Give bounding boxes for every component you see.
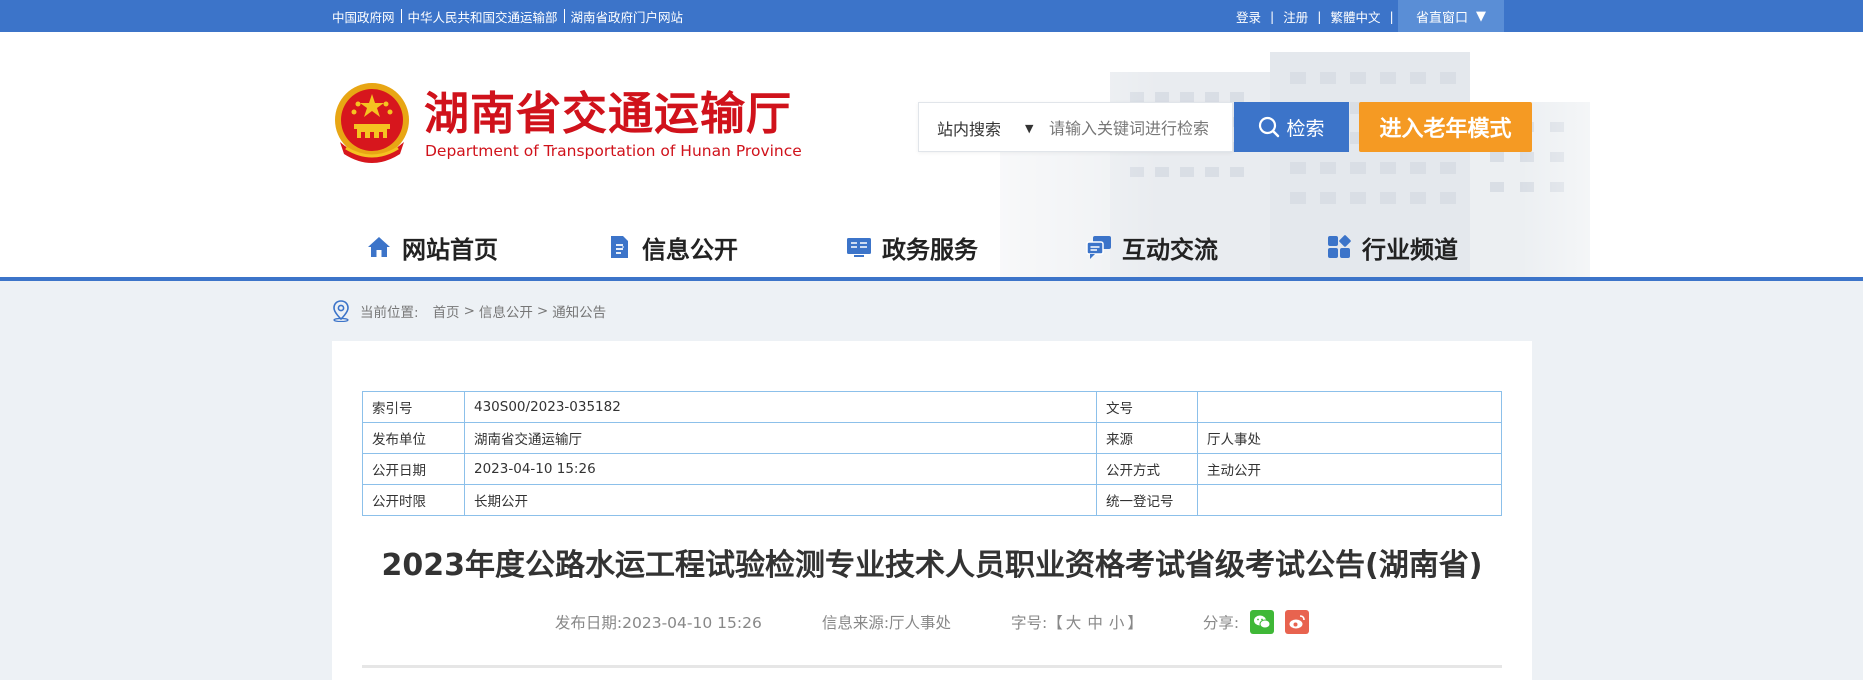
font-size-control: 字号: 【 大 中 小 】	[1011, 611, 1143, 633]
meta-value: 主动公开	[1197, 453, 1502, 485]
breadcrumb-separator: >	[536, 303, 549, 319]
nav-item-label: 政务服务	[882, 235, 978, 264]
table-row: 发布单位 湖南省交通运输厅 来源 厅人事处	[362, 422, 1502, 454]
nav-item-industry-channel[interactable]: 行业频道	[1326, 222, 1458, 272]
table-row: 公开时限 长期公开 统一登记号	[362, 484, 1502, 516]
breadcrumb-info-disclosure[interactable]: 信息公开	[479, 301, 533, 321]
breadcrumb-separator: >	[463, 303, 475, 319]
screen-icon	[847, 238, 871, 257]
meta-key: 来源	[1096, 422, 1198, 454]
wechat-share-icon[interactable]	[1250, 610, 1275, 634]
font-size-label: 字号:	[1011, 614, 1048, 632]
breadcrumb-notices[interactable]: 通知公告	[552, 301, 606, 321]
bracket-open: 【	[1047, 614, 1063, 632]
share-control: 分享:	[1202, 610, 1310, 634]
breadcrumb-label: 当前位置:	[360, 305, 419, 321]
login-link[interactable]: 登录	[1236, 7, 1261, 26]
nav-item-label: 互动交流	[1122, 235, 1218, 264]
table-row: 索引号 430S00/2023-035182 文号	[362, 391, 1502, 423]
document-icon	[611, 236, 628, 258]
article-panel: 索引号 430S00/2023-035182 文号 发布单位 湖南省交通运输厅 …	[332, 341, 1532, 680]
meta-key: 公开日期	[362, 453, 465, 485]
content-divider	[362, 665, 1502, 668]
chevron-down-icon: ▼	[1476, 8, 1486, 24]
search-scope-select[interactable]: 站内搜索 ▼	[937, 103, 1033, 153]
meta-value	[1197, 391, 1502, 423]
meta-value: 湖南省交通运输厅	[464, 422, 1097, 454]
nav-item-info-disclosure[interactable]: 信息公开	[606, 222, 738, 272]
divider: |	[1270, 8, 1275, 24]
divider: |	[1317, 8, 1322, 24]
grid-apps-icon	[1328, 235, 1351, 258]
user-links: 登录 | 注册 | 繁體中文 |	[1236, 0, 1403, 32]
meta-value: 厅人事处	[1197, 422, 1502, 454]
search-scope-label: 站内搜索	[937, 120, 1002, 139]
table-row: 公开日期 2023-04-10 15:26 公开方式 主动公开	[362, 453, 1502, 485]
link-hunan-gov[interactable]: 湖南省政府门户网站	[571, 7, 684, 26]
site-title: 湖南省交通运输厅	[424, 87, 793, 140]
site-subtitle: Department of Transportation of Hunan Pr…	[425, 142, 802, 160]
home-icon	[368, 237, 390, 257]
location-pin-icon	[333, 300, 349, 322]
link-gov-cn[interactable]: 中国政府网	[332, 7, 395, 26]
search-box: 站内搜索 ▼	[918, 102, 1233, 152]
nav-item-government-services[interactable]: 政务服务	[846, 222, 978, 272]
chat-icon	[1086, 236, 1111, 259]
nav-item-label: 网站首页	[402, 235, 498, 264]
link-mot[interactable]: 中华人民共和国交通运输部	[408, 7, 558, 26]
divider: |	[1389, 8, 1394, 24]
divider	[400, 9, 402, 23]
traditional-chinese-link[interactable]: 繁體中文	[1330, 7, 1380, 26]
register-link[interactable]: 注册	[1283, 7, 1308, 26]
font-size-medium-button[interactable]: 中	[1087, 611, 1103, 633]
divider	[563, 9, 565, 23]
meta-key: 公开方式	[1096, 453, 1198, 485]
search-button[interactable]: 检索	[1234, 102, 1349, 152]
meta-key: 发布单位	[362, 422, 465, 454]
document-metadata-table: 索引号 430S00/2023-035182 文号 发布单位 湖南省交通运输厅 …	[362, 391, 1502, 516]
external-links: 中国政府网 中华人民共和国交通运输部 湖南省政府门户网站	[332, 0, 683, 32]
search-input[interactable]	[1049, 112, 1227, 144]
province-window-dropdown[interactable]: 省直窗口 ▼	[1398, 0, 1504, 32]
site-header: 湖南省交通运输厅 Department of Transportation of…	[0, 32, 1863, 277]
top-bar: 中国政府网 中华人民共和国交通运输部 湖南省政府门户网站 登录 | 注册 | 繁…	[0, 0, 1863, 32]
search-button-label: 检索	[1286, 117, 1325, 140]
meta-key: 文号	[1096, 391, 1198, 423]
nav-item-interaction[interactable]: 互动交流	[1086, 222, 1218, 272]
breadcrumb: 当前位置: 首页 > 信息公开 > 通知公告	[332, 298, 606, 324]
nav-item-label: 行业频道	[1362, 235, 1458, 264]
weibo-share-icon[interactable]	[1285, 610, 1310, 634]
bracket-close: 】	[1127, 614, 1143, 632]
meta-key: 索引号	[362, 391, 465, 423]
article-info-bar: 发布日期:2023-04-10 15:26 信息来源:厅人事处 字号: 【 大 …	[332, 607, 1532, 637]
meta-value	[1197, 484, 1502, 516]
share-label: 分享:	[1202, 614, 1240, 632]
article-title: 2023年度公路水运工程试验检测专业技术人员职业资格考试省级考试公告(湖南省)	[381, 548, 1483, 583]
font-size-small-button[interactable]: 小	[1109, 611, 1125, 633]
main-nav: 网站首页 信息公开 政务服务 互动交流 行业频道	[0, 222, 1863, 272]
search-icon	[1259, 116, 1280, 138]
font-size-large-button[interactable]: 大	[1066, 611, 1082, 633]
publish-date: 发布日期:2023-04-10 15:26	[554, 614, 762, 632]
province-window-label: 省直窗口	[1415, 10, 1468, 26]
nav-underline	[0, 277, 1863, 281]
chevron-down-icon: ▼	[1025, 121, 1034, 135]
meta-value: 430S00/2023-035182	[464, 391, 1097, 423]
meta-value: 2023-04-10 15:26	[464, 453, 1097, 485]
breadcrumb-home[interactable]: 首页	[433, 301, 460, 321]
elder-mode-button[interactable]: 进入老年模式	[1359, 102, 1532, 152]
meta-key: 公开时限	[362, 484, 465, 516]
info-source: 信息来源:厅人事处	[821, 614, 952, 632]
nav-item-home[interactable]: 网站首页	[366, 222, 498, 272]
nav-item-label: 信息公开	[642, 235, 738, 264]
meta-value: 长期公开	[464, 484, 1097, 516]
meta-key: 统一登记号	[1096, 484, 1198, 516]
national-emblem-logo	[335, 83, 409, 163]
